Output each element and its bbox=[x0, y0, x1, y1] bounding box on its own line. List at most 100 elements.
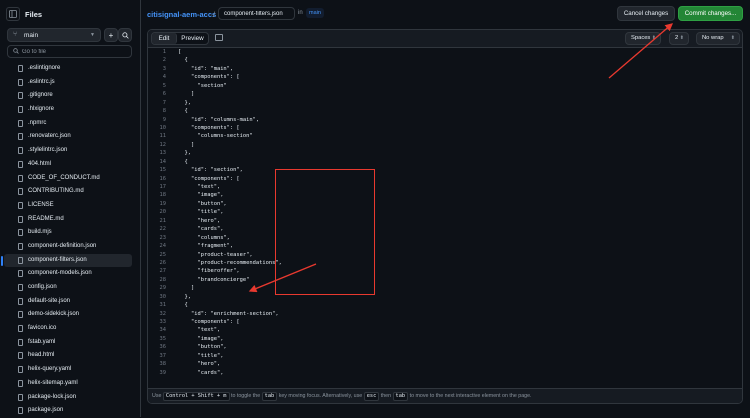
file-list-item[interactable]: component-definition.json bbox=[4, 240, 132, 254]
file-list-item[interactable]: component-models.json bbox=[4, 267, 132, 281]
line-content: }, bbox=[178, 293, 191, 300]
hint-text: Use bbox=[152, 393, 162, 399]
file-list-item[interactable]: default-site.json bbox=[4, 295, 132, 309]
tab-edit[interactable]: Edit bbox=[152, 33, 177, 44]
file-name: .stylelintrc.json bbox=[28, 147, 68, 154]
code-line: 36 "button", bbox=[148, 343, 742, 351]
sidebar-toggle-button[interactable] bbox=[6, 7, 20, 21]
indent-mode-select[interactable]: Spaces ⬍ bbox=[625, 32, 661, 45]
line-number: 18 bbox=[159, 192, 167, 199]
line-content: "components": [ bbox=[178, 175, 240, 182]
code-line: 39 "cards", bbox=[148, 369, 742, 377]
file-list-item[interactable]: head.html bbox=[4, 349, 132, 363]
file-list-item[interactable]: package.json bbox=[4, 404, 132, 418]
line-number: 17 bbox=[159, 184, 167, 190]
file-list-item[interactable]: .gitignore bbox=[4, 89, 132, 103]
file-list-item[interactable]: 404.html bbox=[4, 158, 132, 172]
line-number: 9 bbox=[162, 116, 166, 123]
file-list-item[interactable]: .stylelintrc.json bbox=[4, 144, 132, 158]
chevron-updown-icon: ⬍ bbox=[651, 35, 656, 41]
branch-label: main bbox=[24, 31, 39, 39]
file-list-item[interactable]: config.json bbox=[4, 281, 132, 295]
code-line: 33 "components": [ bbox=[148, 318, 742, 326]
code-text-area[interactable]: 1[2 {3 "id": "main", 4 "components": [5 "… bbox=[148, 48, 742, 388]
file-name: demo-sidekick.json bbox=[28, 311, 80, 318]
file-list-item[interactable]: build.mjs bbox=[4, 226, 132, 240]
file-name: CODE_OF_CONDUCT.md bbox=[28, 174, 100, 181]
print-icon[interactable] bbox=[215, 34, 223, 41]
line-content: "fragment", bbox=[178, 243, 234, 250]
go-to-file-field[interactable] bbox=[7, 45, 132, 58]
file-list-item[interactable]: README.md bbox=[4, 213, 132, 227]
line-content: "text", bbox=[178, 327, 221, 334]
search-files-button[interactable] bbox=[118, 28, 132, 42]
line-content: }, bbox=[178, 150, 191, 157]
code-line: 29 ] bbox=[148, 284, 742, 292]
file-icon bbox=[18, 256, 23, 264]
chevron-updown-icon: ⬍ bbox=[730, 35, 735, 41]
file-list-item[interactable]: CODE_OF_CONDUCT.md bbox=[4, 172, 132, 186]
edit-preview-tabs: Edit Preview bbox=[151, 32, 209, 45]
file-list-item[interactable]: CONTRIBUTING.md bbox=[4, 185, 132, 199]
code-line: 5 "section" bbox=[148, 82, 742, 90]
line-content: "id": "section", bbox=[178, 167, 243, 174]
tab-preview[interactable]: Preview bbox=[177, 33, 208, 44]
line-number: 38 bbox=[159, 361, 167, 368]
indent-size-select[interactable]: 2 ⬍ bbox=[669, 32, 689, 45]
file-name: .eslintrc.js bbox=[28, 78, 55, 85]
line-content: "brandconcierge" bbox=[178, 276, 250, 283]
add-file-button[interactable]: + bbox=[104, 28, 118, 42]
code-line: 23 "columns", bbox=[148, 234, 742, 242]
line-content: "columns-section" bbox=[178, 133, 253, 140]
file-icon bbox=[18, 174, 23, 182]
file-list-item[interactable]: .eslintrc.js bbox=[4, 76, 132, 90]
file-icon bbox=[18, 147, 23, 155]
chevron-down-icon: ▼ bbox=[90, 31, 95, 38]
file-name: helix-query.yaml bbox=[28, 366, 72, 373]
hint-text: to toggle the bbox=[230, 393, 261, 399]
line-number: 15 bbox=[159, 167, 167, 174]
file-icon bbox=[18, 311, 23, 319]
file-icon bbox=[18, 133, 23, 141]
line-number: 12 bbox=[159, 141, 167, 148]
indent-mode-value: Spaces bbox=[631, 35, 651, 41]
file-name: fstab.yaml bbox=[28, 338, 56, 345]
filename-input[interactable] bbox=[218, 7, 295, 20]
file-name: helix-sitemap.yaml bbox=[28, 379, 78, 386]
branch-selector[interactable]: ⑂ main ▼ bbox=[7, 28, 101, 42]
file-name: .renovaterc.json bbox=[28, 133, 71, 140]
line-content: "image", bbox=[178, 192, 224, 199]
file-list-item[interactable]: helix-query.yaml bbox=[4, 363, 132, 377]
line-number: 35 bbox=[159, 335, 167, 342]
line-content: [ bbox=[178, 49, 182, 55]
file-list-item[interactable]: favicon.ico bbox=[4, 322, 132, 336]
line-number: 4 bbox=[162, 74, 166, 81]
code-line: 20 "title", bbox=[148, 208, 742, 216]
line-number: 39 bbox=[159, 369, 167, 376]
file-list-item[interactable]: LICENSE bbox=[4, 199, 132, 213]
file-list-item[interactable]: component-filters.json bbox=[1, 253, 132, 268]
file-list-item[interactable]: fstab.yaml bbox=[4, 336, 132, 350]
file-list-item[interactable]: demo-sidekick.json bbox=[4, 308, 132, 322]
cancel-changes-button[interactable]: Cancel changes bbox=[617, 6, 675, 21]
file-name: package-lock.json bbox=[28, 393, 77, 400]
line-content: { bbox=[178, 302, 188, 309]
code-line: 37 "title", bbox=[148, 352, 742, 360]
file-icon bbox=[18, 119, 23, 127]
go-to-file-input[interactable] bbox=[22, 47, 122, 56]
file-list-item[interactable]: .eslintignore bbox=[4, 62, 132, 76]
file-icon bbox=[18, 366, 23, 374]
file-list-item[interactable]: package-lock.json bbox=[4, 391, 132, 405]
commit-changes-button[interactable]: Commit changes... bbox=[678, 6, 743, 21]
file-list-item[interactable]: .npmrc bbox=[4, 117, 132, 131]
line-number: 1 bbox=[162, 49, 166, 55]
file-name: .hlxignore bbox=[28, 106, 55, 113]
file-icon bbox=[18, 270, 23, 278]
repo-link[interactable]: citisignal-aem-accs bbox=[147, 10, 216, 19]
code-line: 14 { bbox=[148, 158, 742, 166]
file-list-item[interactable]: .hlxignore bbox=[4, 103, 132, 117]
file-list-item[interactable]: .renovaterc.json bbox=[4, 130, 132, 144]
wrap-mode-select[interactable]: No wrap ⬍ bbox=[696, 32, 740, 45]
code-line: 2 { bbox=[148, 56, 742, 64]
file-list-item[interactable]: helix-sitemap.yaml bbox=[4, 377, 132, 391]
